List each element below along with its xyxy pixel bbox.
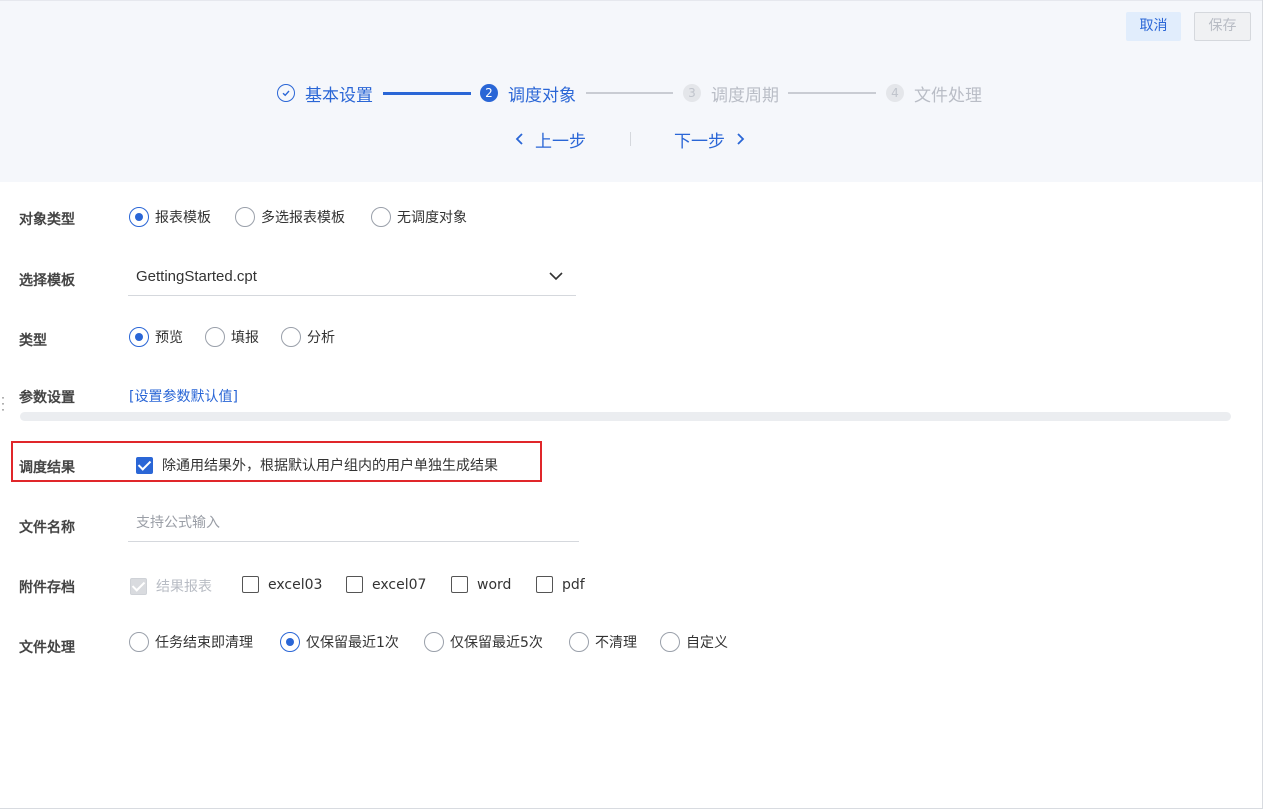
radio-indicator [129, 327, 149, 347]
step-connector [586, 92, 673, 94]
radio-custom[interactable]: 自定义 [660, 632, 728, 652]
horizontal-scrollbar[interactable] [20, 412, 1231, 421]
radio-report-template[interactable]: 报表模板 [129, 207, 211, 227]
chevron-down-icon [549, 272, 563, 281]
object-type-label: 对象类型 [19, 212, 75, 228]
radio-no-cleanup[interactable]: 不清理 [569, 632, 637, 652]
attachment-label: 附件存档 [19, 580, 75, 596]
step-connector [788, 92, 876, 94]
step-connector [383, 92, 471, 95]
radio-indicator [235, 207, 255, 227]
step-number: 3 [683, 84, 701, 102]
radio-fill[interactable]: 填报 [205, 327, 259, 347]
checkbox-indicator [242, 576, 259, 593]
checkbox-excel03[interactable]: excel03 [242, 576, 322, 593]
radio-analysis[interactable]: 分析 [281, 327, 335, 347]
nav-divider [630, 132, 631, 146]
radio-indicator [424, 632, 444, 652]
checkbox-label: 结果报表 [156, 579, 212, 595]
radio-label: 不清理 [595, 635, 637, 651]
radio-no-schedule-object[interactable]: 无调度对象 [371, 207, 467, 227]
radio-label: 无调度对象 [397, 210, 467, 226]
radio-label: 自定义 [686, 635, 728, 651]
template-label: 选择模板 [19, 273, 75, 289]
radio-multi-report-template[interactable]: 多选报表模板 [235, 207, 345, 227]
prev-step-label: 上一步 [535, 131, 586, 152]
radio-indicator [281, 327, 301, 347]
radio-clean-on-finish[interactable]: 任务结束即清理 [129, 632, 253, 652]
step-schedule-object[interactable]: 2 调度对象 [480, 81, 576, 106]
radio-label: 填报 [231, 330, 259, 346]
checkbox-label: word [477, 576, 512, 593]
radio-label: 仅保留最近5次 [450, 635, 543, 651]
checkbox-pdf[interactable]: pdf [536, 576, 585, 593]
radio-indicator [280, 632, 300, 652]
radio-label: 报表模板 [155, 210, 211, 226]
checkbox-label: excel07 [372, 576, 427, 593]
prev-step-button[interactable]: 上一步 [514, 127, 586, 152]
check-circle-icon [277, 84, 295, 102]
radio-preview[interactable]: 预览 [129, 327, 183, 347]
radio-indicator [660, 632, 680, 652]
radio-label: 分析 [307, 330, 335, 346]
result-label: 调度结果 [19, 460, 75, 476]
radio-indicator [129, 207, 149, 227]
checkbox-label: pdf [562, 576, 585, 593]
step-number: 2 [480, 84, 498, 102]
radio-label: 任务结束即清理 [155, 635, 253, 651]
filename-input[interactable]: 支持公式输入 [128, 508, 579, 542]
checkbox-indicator [346, 576, 363, 593]
step-label: 基本设置 [305, 85, 373, 106]
checkbox-label: 除通用结果外，根据默认用户组内的用户单独生成结果 [162, 458, 498, 474]
radio-label: 仅保留最近1次 [306, 635, 399, 651]
radio-label: 预览 [155, 330, 183, 346]
step-number: 4 [886, 84, 904, 102]
radio-label: 多选报表模板 [261, 210, 345, 226]
radio-indicator [371, 207, 391, 227]
dialog-frame: 取消 保存 基本设置 2 调度对象 3 调度周期 4 文件处理 上一步 下一步 … [0, 0, 1263, 809]
next-step-button[interactable]: 下一步 [674, 127, 746, 152]
step-label: 调度周期 [711, 85, 779, 106]
cancel-button[interactable]: 取消 [1126, 12, 1181, 41]
params-label: 参数设置 [19, 390, 75, 406]
radio-indicator [129, 632, 149, 652]
radio-keep-last-1[interactable]: 仅保留最近1次 [280, 632, 399, 652]
checkbox-indicator [451, 576, 468, 593]
file-handling-label: 文件处理 [19, 640, 75, 656]
step-label: 文件处理 [914, 85, 982, 106]
step-label: 调度对象 [508, 85, 576, 106]
checkbox-result-report: 结果报表 [130, 576, 212, 596]
step-schedule-cycle[interactable]: 3 调度周期 [683, 81, 779, 106]
checkbox-label: excel03 [268, 576, 323, 593]
next-step-label: 下一步 [674, 131, 725, 152]
drag-handle-icon[interactable]: · · · [1, 391, 5, 415]
checkbox-excel07[interactable]: excel07 [346, 576, 426, 593]
template-select[interactable]: GettingStarted.cpt [128, 262, 576, 296]
per-user-result-checkbox[interactable]: 除通用结果外，根据默认用户组内的用户单独生成结果 [136, 455, 498, 475]
checkbox-indicator [136, 456, 153, 474]
type-label: 类型 [19, 333, 47, 349]
set-param-defaults-link[interactable]: [设置参数默认值] [129, 386, 238, 406]
radio-keep-last-5[interactable]: 仅保留最近5次 [424, 632, 543, 652]
wizard-header: 取消 保存 基本设置 2 调度对象 3 调度周期 4 文件处理 上一步 下一步 [0, 0, 1262, 182]
stepper: 基本设置 2 调度对象 3 调度周期 4 文件处理 [0, 81, 1262, 106]
template-select-value: GettingStarted.cpt [136, 268, 257, 285]
checkbox-indicator [130, 577, 147, 595]
filename-label: 文件名称 [19, 520, 75, 536]
checkbox-indicator [536, 576, 553, 593]
chevron-right-icon [737, 133, 745, 145]
chevron-left-icon [515, 133, 523, 145]
save-button[interactable]: 保存 [1194, 12, 1251, 41]
step-basic-settings[interactable]: 基本设置 [277, 81, 373, 106]
radio-indicator [205, 327, 225, 347]
step-file-handling[interactable]: 4 文件处理 [886, 81, 982, 106]
checkbox-word[interactable]: word [451, 576, 511, 593]
radio-indicator [569, 632, 589, 652]
